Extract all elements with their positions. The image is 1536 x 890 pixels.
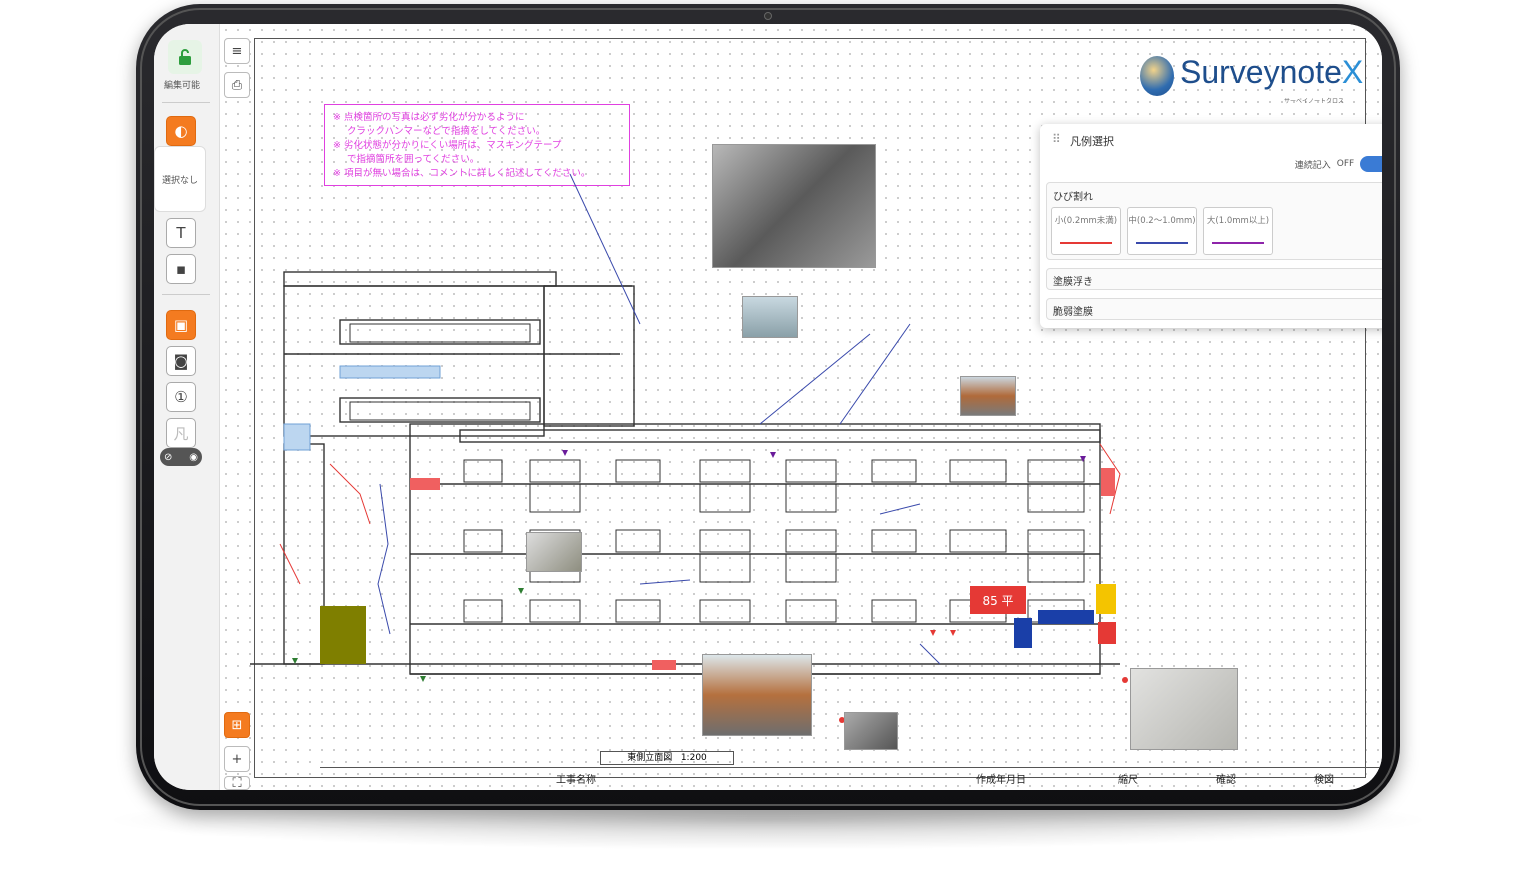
selection-label: 選択なし bbox=[161, 175, 198, 186]
legend-line-blue bbox=[1136, 242, 1188, 244]
area-label-85[interactable]: 85 平 bbox=[970, 586, 1026, 614]
number-marker-icon[interactable]: ① bbox=[166, 382, 196, 412]
legend-group-coating-lift[interactable]: 塗膜浮き ▰ bbox=[1046, 268, 1382, 290]
created-date-label: 作成年月日 bbox=[976, 775, 1026, 786]
zoom-in-icon[interactable]: + bbox=[224, 746, 250, 772]
mascot-icon bbox=[1140, 56, 1174, 96]
legend-line-purple bbox=[1212, 242, 1264, 244]
drawing-canvas[interactable]: ※ 点検箇所の写真は必ず劣化が分かるように クラックハンマーなどで指摘をしてくだ… bbox=[220, 24, 1382, 790]
legend-icon[interactable]: 凡 bbox=[166, 418, 196, 448]
selection-status: 選択なし bbox=[154, 146, 206, 212]
divider bbox=[162, 294, 210, 295]
print-icon[interactable]: ⎙ bbox=[224, 72, 250, 98]
photo-thumbnail[interactable] bbox=[960, 376, 1016, 416]
legend-item-medium[interactable]: 中(0.2〜1.0mm) bbox=[1127, 207, 1197, 255]
drawing-title-box: 東側立面図 1:200 bbox=[600, 751, 734, 765]
continuous-toggle[interactable] bbox=[1360, 156, 1382, 172]
visibility-toggle[interactable]: ⊘ ◉ bbox=[160, 448, 202, 466]
image-icon[interactable]: ▣ bbox=[166, 310, 196, 340]
drag-handle-icon[interactable]: ⠿ bbox=[1052, 132, 1061, 146]
menu-icon[interactable]: ≡ bbox=[224, 38, 250, 64]
legend-item-label: 大(1.0mm以上) bbox=[1206, 216, 1270, 226]
scale-label: 縮尺 bbox=[1118, 775, 1138, 786]
continuous-entry-row: 連続記入 OFF ON bbox=[1295, 156, 1382, 172]
drawing-scale: 1:200 bbox=[680, 753, 707, 763]
group-label: 脆弱塗膜 bbox=[1053, 307, 1093, 318]
logo-word: Surveynote bbox=[1180, 54, 1342, 90]
divider bbox=[162, 102, 210, 103]
photo-thumbnail[interactable] bbox=[742, 296, 798, 338]
palette-icon[interactable]: ◐ bbox=[166, 116, 196, 146]
logo-text: SurveynoteX bbox=[1180, 54, 1363, 91]
camera-icon[interactable]: ◙ bbox=[166, 346, 196, 376]
eye-off-icon: ⊘ bbox=[164, 451, 173, 463]
legend-group-weak-coating[interactable]: 脆弱塗膜 ▰ bbox=[1046, 298, 1382, 320]
legend-item-large[interactable]: 大(1.0mm以上) bbox=[1203, 207, 1273, 255]
photo-thumbnail[interactable] bbox=[702, 654, 812, 736]
continuous-label: 連続記入 bbox=[1294, 160, 1331, 171]
inspect-label: 検図 bbox=[1314, 775, 1334, 786]
group-label: 塗膜浮き bbox=[1053, 277, 1093, 288]
tablet-frame: ※ 点検箇所の写真は必ず劣化が分かるように クラックハンマーなどで指摘をしてくだ… bbox=[136, 4, 1400, 810]
logo-x: X bbox=[1341, 54, 1364, 90]
panel-title: 凡例選択 bbox=[1070, 135, 1114, 148]
unlock-icon[interactable] bbox=[168, 40, 202, 74]
legend-line-red bbox=[1060, 242, 1112, 244]
legend-item-label: 小(0.2mm未満) bbox=[1054, 216, 1118, 226]
app-screen: ※ 点検箇所の写真は必ず劣化が分かるように クラックハンマーなどで指摘をしてくだ… bbox=[154, 24, 1382, 790]
check-label: 確認 bbox=[1216, 775, 1236, 786]
photo-thumbnail[interactable] bbox=[844, 712, 898, 750]
fullscreen-icon[interactable]: ⛶ bbox=[224, 776, 250, 790]
photo-thumbnail[interactable] bbox=[712, 144, 876, 268]
legend-group-crack[interactable]: ひび割れ ▰ 小(0.2mm未満) 中(0.2〜1.0mm) 大(1.0mm以上… bbox=[1046, 182, 1382, 260]
group-label: ひび割れ bbox=[1053, 192, 1093, 203]
photo-thumbnail[interactable] bbox=[1130, 668, 1238, 750]
legend-item-label: 中(0.2〜1.0mm) bbox=[1128, 216, 1196, 226]
edit-mode-label: 編集可能 bbox=[163, 81, 200, 91]
title-block: 工事名称 作成年月日 縮尺 確認 検図 bbox=[320, 767, 1382, 790]
drawing-name: 東側立面図 bbox=[627, 753, 673, 763]
left-toolbar: 編集可能 ◐ 選択なし T ▪ ▣ ◙ ① 凡 ⊘ ◉ bbox=[154, 24, 220, 790]
fit-view-icon[interactable]: ⊞ bbox=[224, 712, 250, 738]
camera-dot bbox=[764, 12, 772, 20]
photo-thumbnail[interactable] bbox=[526, 532, 582, 572]
surveynote-logo: SurveynoteX サーベイノートクロス bbox=[1140, 52, 1382, 105]
text-tool-icon[interactable]: T bbox=[166, 218, 196, 248]
logo-subtitle: サーベイノートクロス bbox=[1284, 98, 1345, 105]
legend-item-small[interactable]: 小(0.2mm未満) bbox=[1051, 207, 1121, 255]
sticky-note-icon[interactable]: ▪ bbox=[166, 254, 196, 284]
legend-panel[interactable]: ⠿ 凡例選択 ✕ 連続記入 OFF ON ひび割れ ▰ 小(0.2mm未満) 中… bbox=[1040, 124, 1382, 328]
eye-icon: ◉ bbox=[189, 451, 198, 463]
off-label: OFF bbox=[1336, 159, 1355, 169]
work-name-label: 工事名称 bbox=[556, 775, 596, 786]
stage: ※ 点検箇所の写真は必ず劣化が分かるように クラックハンマーなどで指摘をしてくだ… bbox=[0, 0, 1536, 890]
